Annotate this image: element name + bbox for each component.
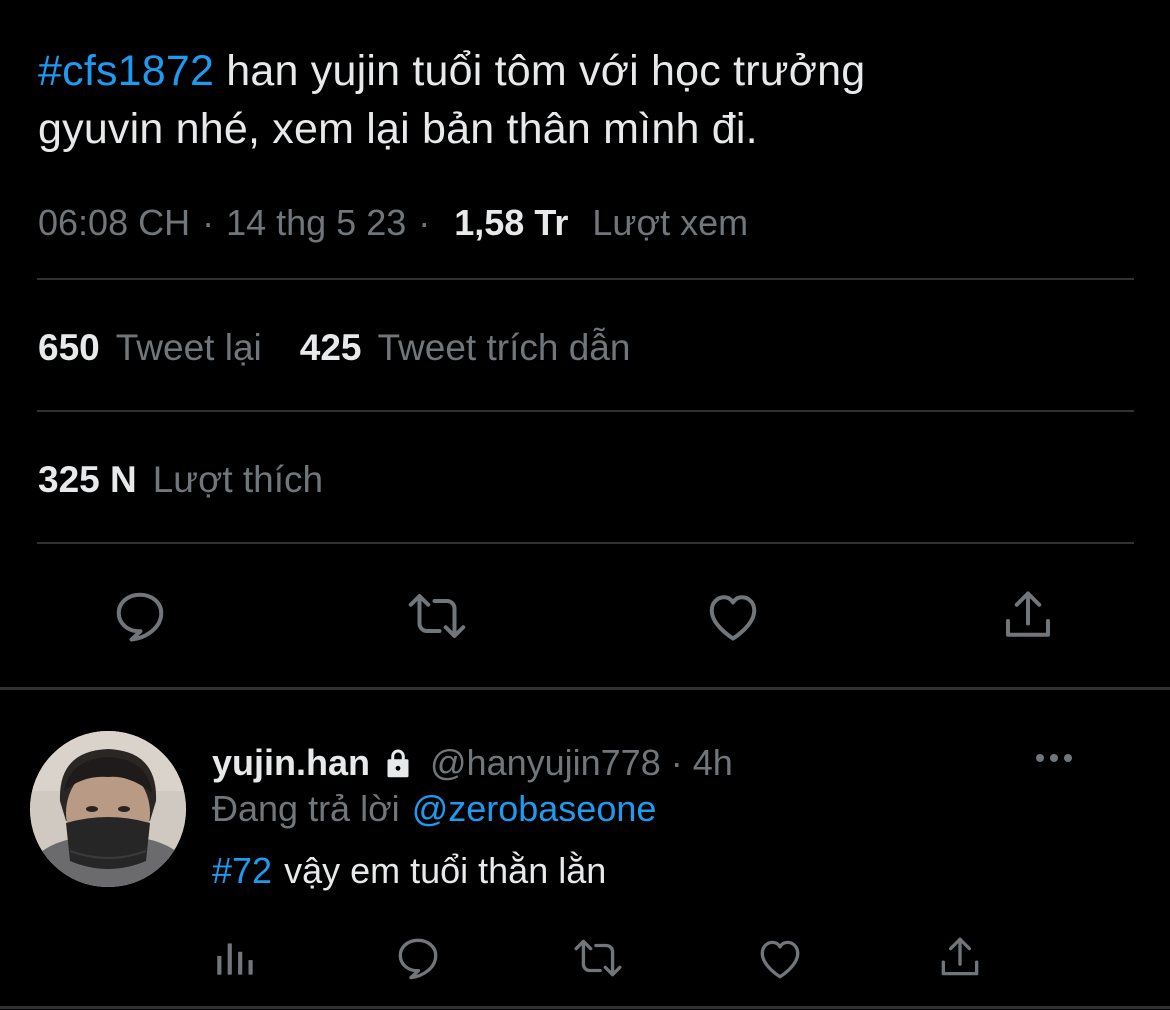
views-label[interactable]: Lượt xem [592,202,748,244]
retweets-label[interactable]: Tweet lại [116,327,262,369]
likes-count[interactable]: 325 N [38,459,137,501]
reply-hashtag[interactable]: #72 [212,850,272,892]
reply-like-button[interactable] [744,922,816,994]
tweet-time[interactable]: 06:08 CH [38,202,190,244]
views-count[interactable]: 1,58 Tr [454,202,568,244]
share-icon [1006,591,1050,637]
reply-retweet-button[interactable] [562,922,634,994]
tweet-date[interactable]: 14 thg 5 23 [226,202,406,244]
analytics-icon [217,943,253,975]
reply-action-bar [0,922,1170,994]
replying-mention[interactable]: @zerobaseone [412,788,657,830]
more-icon [1036,754,1072,762]
reply-text: #72 vậy em tuổi thằn lằn [212,846,606,896]
reply-share-button[interactable] [924,922,996,994]
like-icon [760,940,800,979]
divider [37,278,1134,280]
tweet-text-line2: gyuvin nhé, xem lại bản thân mình đi. [38,105,758,153]
divider [37,542,1134,544]
retweets-count[interactable]: 650 [38,327,100,369]
avatar-image [30,731,186,887]
tweet-meta: 06:08 CH · 14 thg 5 23 · 1,58 Tr Lượt xe… [38,198,748,248]
divider [37,410,1134,412]
reply-time[interactable]: 4h [693,742,733,784]
share-icon [941,937,979,976]
reply-icon [116,592,164,642]
reply-reply-button[interactable] [382,922,454,994]
tweet-text: #cfs1872 han yujin tuổi tôm với học trưở… [38,42,1128,158]
more-options-button[interactable] [1030,740,1078,776]
analytics-button[interactable] [200,922,272,994]
tweet-hashtag[interactable]: #cfs1872 [38,47,214,95]
reply-handle[interactable]: @hanyujin778 [430,742,661,784]
meta-separator-2: · [418,202,431,243]
share-button[interactable] [992,580,1064,652]
quotes-label[interactable]: Tweet trích dẫn [377,327,630,369]
like-icon [709,595,757,641]
tweet-text-line1: han yujin tuổi tôm với học trưởng [214,47,866,95]
reply-separator: · [670,742,683,783]
meta-separator: · [202,202,215,243]
reply-text-content: vậy em tuổi thằn lằn [284,850,607,891]
retweet-icon [408,594,466,638]
replying-label: Đang trả lời [212,788,400,829]
reply-icon [398,938,438,980]
replying-to: Đang trả lời @zerobaseone [212,784,656,834]
section-divider-bottom [0,1006,1170,1009]
stats-row-likes: 325 N Lượt thích [38,450,361,510]
quotes-count[interactable]: 425 [300,327,362,369]
lock-icon [380,745,416,781]
avatar[interactable] [30,731,186,887]
retweet-icon [574,939,622,977]
reply-display-name[interactable]: yujin.han [212,742,370,784]
like-button[interactable] [697,580,769,652]
reply-header: yujin.han @hanyujin778 · 4h [212,738,733,788]
likes-label[interactable]: Lượt thích [153,459,323,501]
section-divider [0,687,1170,690]
reply-button[interactable] [104,580,176,652]
tweet-action-bar [0,580,1170,652]
retweet-button[interactable] [401,580,473,652]
stats-row-retweets: 650 Tweet lại 425 Tweet trích dẫn [38,318,668,378]
